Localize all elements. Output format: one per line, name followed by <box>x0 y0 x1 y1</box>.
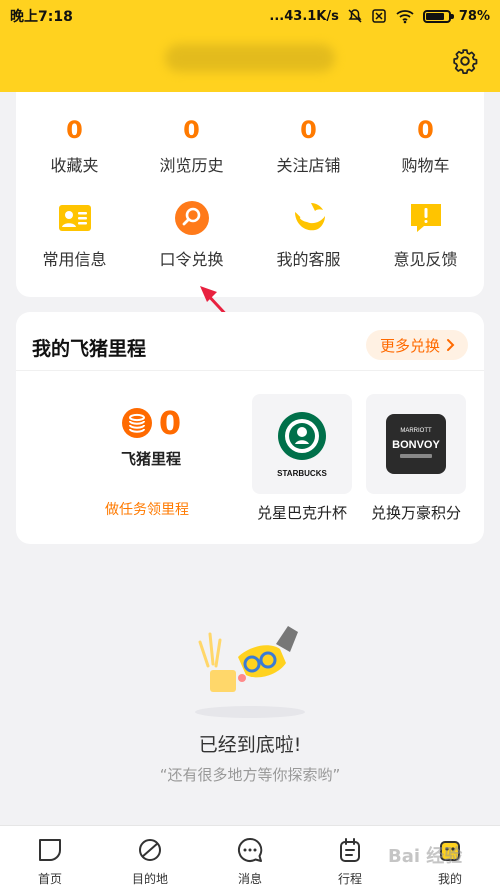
miles-card-title: 我的飞猪里程 <box>32 338 147 360</box>
settings-gear-icon[interactable] <box>452 48 478 74</box>
miles-value: 0 <box>158 404 182 442</box>
miles-balance[interactable]: 0 飞猪里程 <box>86 404 216 469</box>
divider <box>16 370 484 371</box>
nav-messages[interactable]: 消息 <box>200 826 300 889</box>
more-redeem-label: 更多兑换 <box>379 336 440 355</box>
service-icon <box>294 203 325 231</box>
nav-label: 首页 <box>37 872 62 886</box>
feedback-icon <box>410 204 441 232</box>
action-customer-service[interactable]: 我的客服 <box>250 200 367 270</box>
message-icon <box>238 837 263 862</box>
stat-value: 0 <box>183 116 200 144</box>
home-icon <box>39 839 61 861</box>
product-label: 兑星巴克升杯 <box>256 504 347 522</box>
destination-icon <box>139 839 161 861</box>
marriott-points-product[interactable]: MARRIOTT BONVOY 兑换万豪积分 <box>366 394 466 523</box>
baidu-watermark: Bai 经验 <box>388 846 463 867</box>
stat-label: 浏览历史 <box>159 156 224 175</box>
stat-favorites[interactable]: 0 收藏夹 <box>16 114 133 176</box>
action-label: 常用信息 <box>42 250 107 269</box>
stat-value: 0 <box>300 116 317 144</box>
action-feedback[interactable]: 意见反馈 <box>367 200 484 270</box>
svg-text:BONVOY: BONVOY <box>392 439 440 451</box>
starbucks-logo: STARBUCKS <box>252 394 352 494</box>
search-icon <box>174 201 209 235</box>
nav-trips[interactable]: 行程 <box>300 826 400 889</box>
stat-label: 收藏夹 <box>50 156 99 175</box>
battery-level: 78% <box>458 8 490 24</box>
miles-card: 我的飞猪里程 更多兑换 0 飞猪里程 做任务领里程 STARBUCKS 兑星巴克… <box>16 312 484 544</box>
blurred-username <box>165 44 335 72</box>
nav-destination[interactable]: 目的地 <box>100 826 200 889</box>
product-label: 兑换万豪积分 <box>370 504 461 522</box>
bonvoy-logo-icon: MARRIOTT BONVOY <box>386 414 446 474</box>
status-time: 晚上7:18 <box>10 9 73 25</box>
header-bar: 晚上7:18 ...43.1K/s 78% <box>0 0 500 92</box>
stat-label: 购物车 <box>401 156 450 175</box>
earn-miles-link[interactable]: 做任务领里程 <box>72 499 222 519</box>
miles-label: 飞猪里程 <box>120 450 181 468</box>
trip-icon <box>340 838 360 862</box>
stat-history[interactable]: 0 浏览历史 <box>133 114 250 176</box>
starbucks-logo-icon: STARBUCKS <box>277 412 327 478</box>
explorer-illustration <box>195 626 305 718</box>
coin-stack-icon <box>121 408 152 438</box>
nav-home[interactable]: 首页 <box>0 826 100 889</box>
stat-followed-shops[interactable]: 0 关注店铺 <box>250 114 367 176</box>
nav-label: 消息 <box>237 872 262 886</box>
stat-cart[interactable]: 0 购物车 <box>367 114 484 176</box>
stat-value: 0 <box>66 116 83 144</box>
network-speed: ...43.1K/s <box>269 8 339 24</box>
status-indicators: ...43.1K/s 78% <box>269 8 490 24</box>
mute-icon <box>348 9 362 23</box>
end-of-list-title: 已经到底啦! <box>198 734 302 756</box>
action-label: 口令兑换 <box>159 250 224 269</box>
id-card-icon <box>58 205 91 231</box>
action-label: 我的客服 <box>276 250 341 269</box>
shortcuts-card: 0 收藏夹 0 浏览历史 0 关注店铺 0 购物车 常用信息 口令兑换 我的客服… <box>16 92 484 297</box>
more-redeem-button[interactable]: 更多兑换 <box>365 330 468 360</box>
nav-label: 目的地 <box>131 872 168 886</box>
svg-text:STARBUCKS: STARBUCKS <box>277 469 327 478</box>
sim-icon <box>372 9 386 23</box>
stats-row: 0 收藏夹 0 浏览历史 0 关注店铺 0 购物车 <box>16 114 484 176</box>
stat-value: 0 <box>417 116 434 144</box>
action-common-info[interactable]: 常用信息 <box>16 200 133 270</box>
starbucks-upgrade-product[interactable]: STARBUCKS 兑星巴克升杯 <box>252 394 352 523</box>
marriott-bonvoy-logo: MARRIOTT BONVOY <box>366 394 466 494</box>
battery-icon <box>422 9 454 23</box>
action-code-redeem[interactable]: 口令兑换 <box>133 200 250 270</box>
action-label: 意见反馈 <box>393 250 458 269</box>
status-bar: 晚上7:18 ...43.1K/s 78% <box>0 0 500 32</box>
wifi-icon <box>396 10 414 24</box>
end-of-list-subtitle: “还有很多地方等你探索哟” <box>159 766 341 784</box>
actions-row: 常用信息 口令兑换 我的客服 意见反馈 <box>16 200 484 270</box>
stat-label: 关注店铺 <box>276 156 341 175</box>
svg-text:MARRIOTT: MARRIOTT <box>400 428 432 434</box>
nav-label: 行程 <box>337 872 362 886</box>
chevron-right-icon <box>447 339 455 351</box>
nav-label: 我的 <box>437 872 462 886</box>
